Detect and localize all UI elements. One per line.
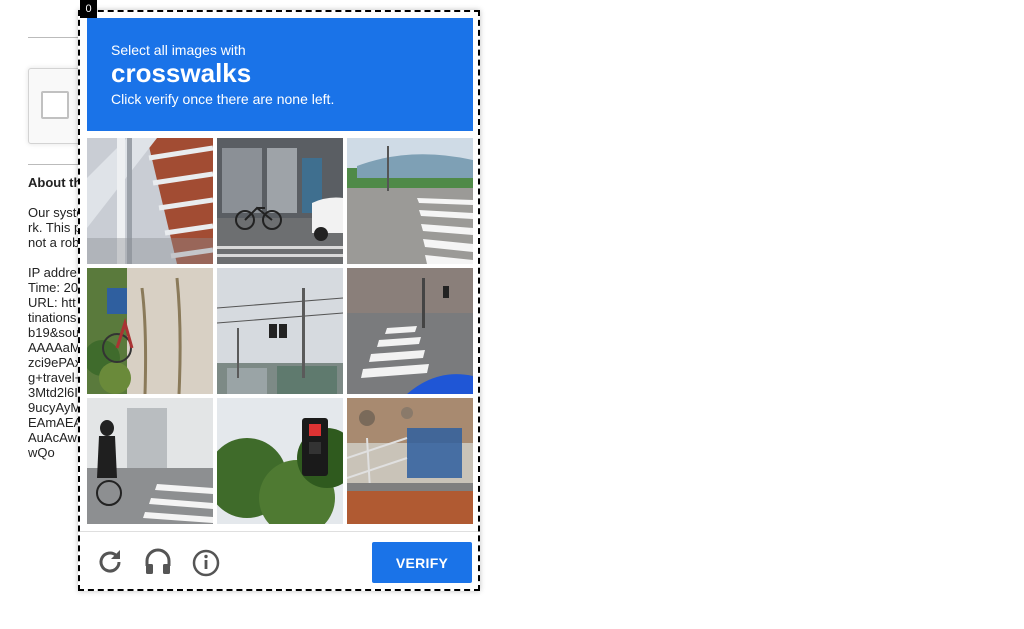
text-line: EAmAEA xyxy=(28,415,83,430)
text-line: Time: 20 xyxy=(28,280,79,295)
text-line: rk. This p xyxy=(28,220,82,235)
text-line: URL: htt xyxy=(28,295,76,310)
reload-icon[interactable] xyxy=(94,546,126,578)
image-tile-stairway-railing[interactable] xyxy=(87,138,213,264)
challenge-header: Select all images with crosswalks Click … xyxy=(87,18,473,131)
target-object-label: crosswalks xyxy=(111,58,252,88)
image-tile-traffic-lights-sky[interactable] xyxy=(217,268,343,394)
text-line: b19&sou xyxy=(28,325,80,340)
info-icon[interactable] xyxy=(190,546,222,578)
image-tile-storefront-bicycle-car[interactable] xyxy=(217,138,343,264)
text-line: 9ucyAyM xyxy=(28,400,82,415)
text-line: not a rob xyxy=(28,235,80,250)
frame-index-badge: 0 xyxy=(80,0,97,18)
text-line: 3Mtd2l6I xyxy=(28,385,78,400)
image-tile-gate-hillside[interactable] xyxy=(347,398,473,524)
text-line: Our syste xyxy=(28,205,84,220)
text-line: zci9ePAx xyxy=(28,355,82,370)
text-line: tinations xyxy=(28,310,77,325)
instruction-subtext: Click verify once there are none left. xyxy=(111,91,335,107)
text-line: IP addre xyxy=(28,265,77,280)
audio-icon[interactable] xyxy=(142,546,174,578)
image-tile-crosswalk-stadium[interactable] xyxy=(347,138,473,264)
image-grid xyxy=(87,138,473,524)
verify-button[interactable]: VERIFY xyxy=(372,542,472,583)
image-tile-cyclist-crosswalk[interactable] xyxy=(87,398,213,524)
text-line: AuAcAw xyxy=(28,430,77,445)
not-a-robot-checkbox[interactable] xyxy=(41,91,69,119)
instruction-text: Select all images with xyxy=(111,42,246,58)
image-tile-wall-bicycle[interactable] xyxy=(87,268,213,394)
request-details: IP addre Time: 20 URL: htt tinations b19… xyxy=(28,265,82,460)
about-heading: About th xyxy=(28,175,82,190)
text-line: g+travel+ xyxy=(28,370,83,385)
footer-divider xyxy=(80,531,478,532)
image-tile-pedestrian-signal-trees[interactable] xyxy=(217,398,343,524)
text-line: AAAAaM xyxy=(28,340,81,355)
image-tile-crosswalk-stone-wall[interactable] xyxy=(347,268,473,394)
explanation-text: Our syste rk. This p not a rob xyxy=(28,205,84,250)
text-line: wQo xyxy=(28,445,55,460)
